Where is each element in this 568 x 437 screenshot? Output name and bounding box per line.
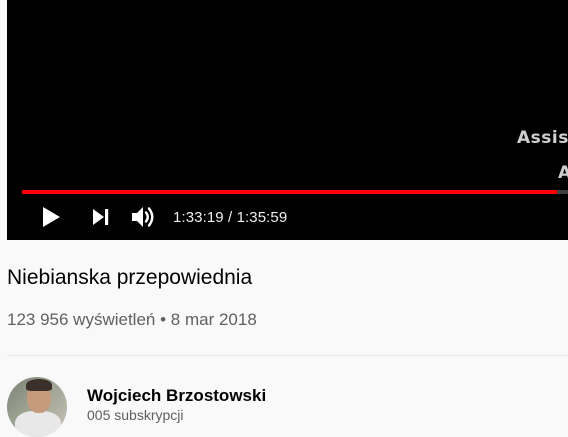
volume-icon — [132, 207, 154, 227]
play-button[interactable] — [31, 198, 71, 236]
video-title: Niebianska przepowiednia — [7, 266, 253, 289]
time-display: 1:33:19 / 1:35:59 — [173, 209, 287, 226]
subscriber-count: 005 subskrypcji — [87, 407, 184, 423]
meta-bullet: • — [160, 310, 167, 329]
progress-fill — [22, 190, 557, 194]
video-overlay-text: A — [558, 163, 568, 183]
play-icon — [43, 207, 60, 227]
video-meta: 123 956 wyświetleń • 8 mar 2018 — [7, 310, 257, 330]
view-count: 123 956 wyświetleń — [7, 310, 156, 329]
player-controls: 1:33:19 / 1:35:59 — [7, 198, 568, 236]
divider — [7, 355, 568, 356]
time-separator: / — [223, 208, 237, 226]
total-time: 1:35:59 — [236, 208, 288, 226]
next-button[interactable] — [81, 198, 121, 236]
video-overlay-text: Assist — [517, 128, 568, 148]
channel-avatar[interactable] — [7, 377, 67, 437]
avatar-shirt — [15, 411, 61, 437]
current-time: 1:33:19 — [173, 208, 224, 226]
volume-button[interactable] — [124, 198, 164, 236]
upload-date: 8 mar 2018 — [170, 310, 257, 329]
progress-bar[interactable] — [22, 190, 568, 194]
avatar-hair — [26, 379, 52, 391]
video-player[interactable]: Assist A 1:33:19 / 1:35:59 — [7, 0, 568, 240]
channel-name[interactable]: Wojciech Brzostowski — [87, 386, 266, 406]
next-icon — [93, 209, 109, 225]
